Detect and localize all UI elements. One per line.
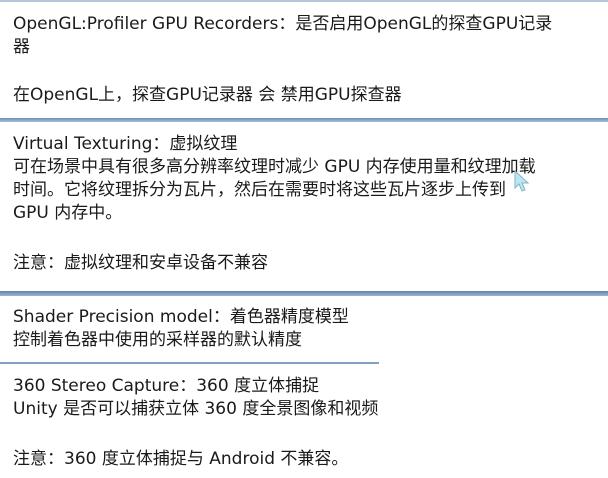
top-divider [0, 0, 608, 2]
virtual-texturing-desc-line2: 时间。它将纹理拆分为瓦片，然后在需要时将这些瓦片逐步上传到 [13, 180, 506, 200]
section-divider-2 [0, 291, 608, 296]
stereo-capture-desc: Unity 是否可以捕获立体 360 度全景图像和视频 [13, 399, 379, 419]
section-shader-precision: Shader Precision model：着色器精度模型 控制着色器中使用的… [13, 306, 600, 352]
section-divider-3 [0, 362, 379, 364]
opengl-profiler-title-line2: 器 [13, 37, 30, 57]
virtual-texturing-desc-line3: GPU 内存中。 [13, 203, 123, 223]
section-divider-1 [0, 118, 608, 122]
mouse-cursor-icon [513, 169, 531, 196]
opengl-profiler-title-line1: OpenGL:Profiler GPU Recorders：是否启用OpenGL… [13, 14, 553, 34]
document-page: OpenGL:Profiler GPU Recorders：是否启用OpenGL… [0, 0, 608, 478]
section-virtual-texturing: Virtual Texturing：虚拟纹理 可在场景中具有很多高分辨率纹理时减… [13, 133, 600, 275]
stereo-capture-title: 360 Stereo Capture：360 度立体捕捉 [13, 376, 320, 396]
section-stereo-capture: 360 Stereo Capture：360 度立体捕捉 Unity 是否可以捕… [13, 375, 600, 471]
shader-precision-title: Shader Precision model：着色器精度模型 [13, 307, 349, 327]
section-opengl-profiler: OpenGL:Profiler GPU Recorders：是否启用OpenGL… [13, 13, 600, 107]
virtual-texturing-desc-line1: 可在场景中具有很多高分辨率纹理时减少 GPU 内存使用量和纹理加载 [13, 157, 536, 177]
opengl-profiler-note: 在OpenGL上，探查GPU记录器 会 禁用GPU探查器 [13, 85, 402, 105]
virtual-texturing-note: 注意：虚拟纹理和安卓设备不兼容 [13, 253, 268, 273]
virtual-texturing-title: Virtual Texturing：虚拟纹理 [13, 134, 238, 154]
shader-precision-desc: 控制着色器中使用的采样器的默认精度 [13, 330, 302, 350]
stereo-capture-note: 注意：360 度立体捕捉与 Android 不兼容。 [13, 449, 349, 469]
